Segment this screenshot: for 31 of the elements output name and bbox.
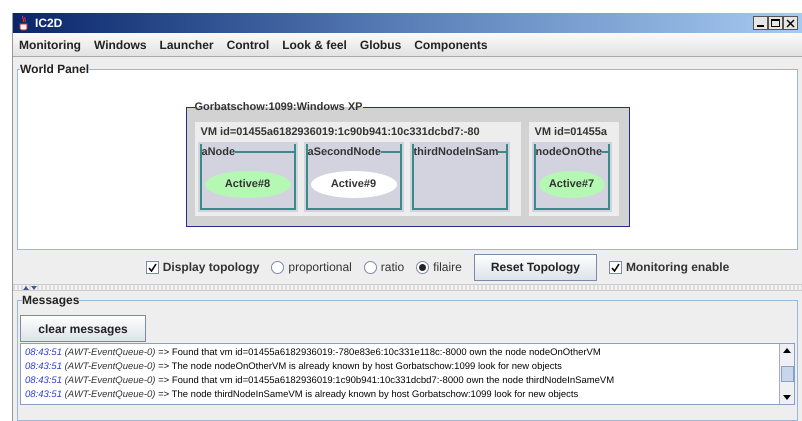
clear-messages-button[interactable]: clear messages bbox=[20, 315, 146, 342]
menu-item[interactable]: Globus bbox=[360, 36, 402, 54]
log-line: 08:43:51 (AWT-EventQueue-0) => Found that vm id=01455a6182936019:-780e83e6:10c331e118c:-8000 own the node nodeOnOtherVM bbox=[25, 346, 602, 360]
menu-item[interactable]: Components bbox=[414, 36, 488, 54]
active-object[interactable]: Active#8 bbox=[204, 170, 290, 198]
active-object[interactable]: Active#9 bbox=[310, 170, 396, 198]
log-line: 08:43:51 (AWT-EventQueue-0) => Found that vm id=01455a6182936019:1c90b941:10c331dcbd7:-8000 own the node thirdNodeInSameVM bbox=[25, 374, 616, 388]
log-line: 08:43:51 (AWT-EventQueue-0) => The node thirdNodeInSameVM is already known by host Gorbatschow:1099 look for new objects bbox=[25, 388, 580, 402]
log-line: 08:43:51 (AWT-EventQueue-0) => The node nodeOnOtherVM is already known by host Gorbatschow:1099 look for new objects bbox=[25, 360, 563, 374]
reset-topology-button[interactable]: Reset Topology bbox=[474, 254, 597, 280]
menu-item[interactable]: Control bbox=[226, 36, 270, 54]
active-object[interactable]: Active#7 bbox=[538, 170, 604, 198]
vm-title: VM id=01455a6182936019:1c90b941:10c331dcbd7:-80 bbox=[200, 124, 481, 140]
menu-item[interactable]: Windows bbox=[94, 36, 147, 54]
node-title: thirdNodeInSam bbox=[414, 145, 498, 160]
radio-label: filaire bbox=[433, 259, 462, 276]
menu-item[interactable]: Launcher bbox=[160, 36, 214, 54]
radio-label: ratio bbox=[380, 259, 404, 276]
checkbox-label: Display topology bbox=[162, 259, 260, 276]
node-title: aSecondNode bbox=[308, 145, 381, 160]
node-title: aNode bbox=[202, 145, 236, 160]
node-title: nodeOnOthe bbox=[536, 145, 602, 160]
radio-label: proportional bbox=[288, 259, 352, 276]
window-title: IC2D bbox=[35, 15, 62, 32]
checkbox-label: Monitoring enable bbox=[626, 259, 730, 276]
panel-title: Messages bbox=[22, 292, 80, 309]
menu-item[interactable]: Monitoring bbox=[19, 36, 81, 54]
vm-title: VM id=01455a bbox=[534, 124, 608, 140]
menu-item[interactable]: Look & feel bbox=[282, 36, 347, 54]
panel-title: World Panel bbox=[20, 61, 90, 78]
host-title: Gorbatschow:1099:Windows XP bbox=[194, 100, 362, 115]
